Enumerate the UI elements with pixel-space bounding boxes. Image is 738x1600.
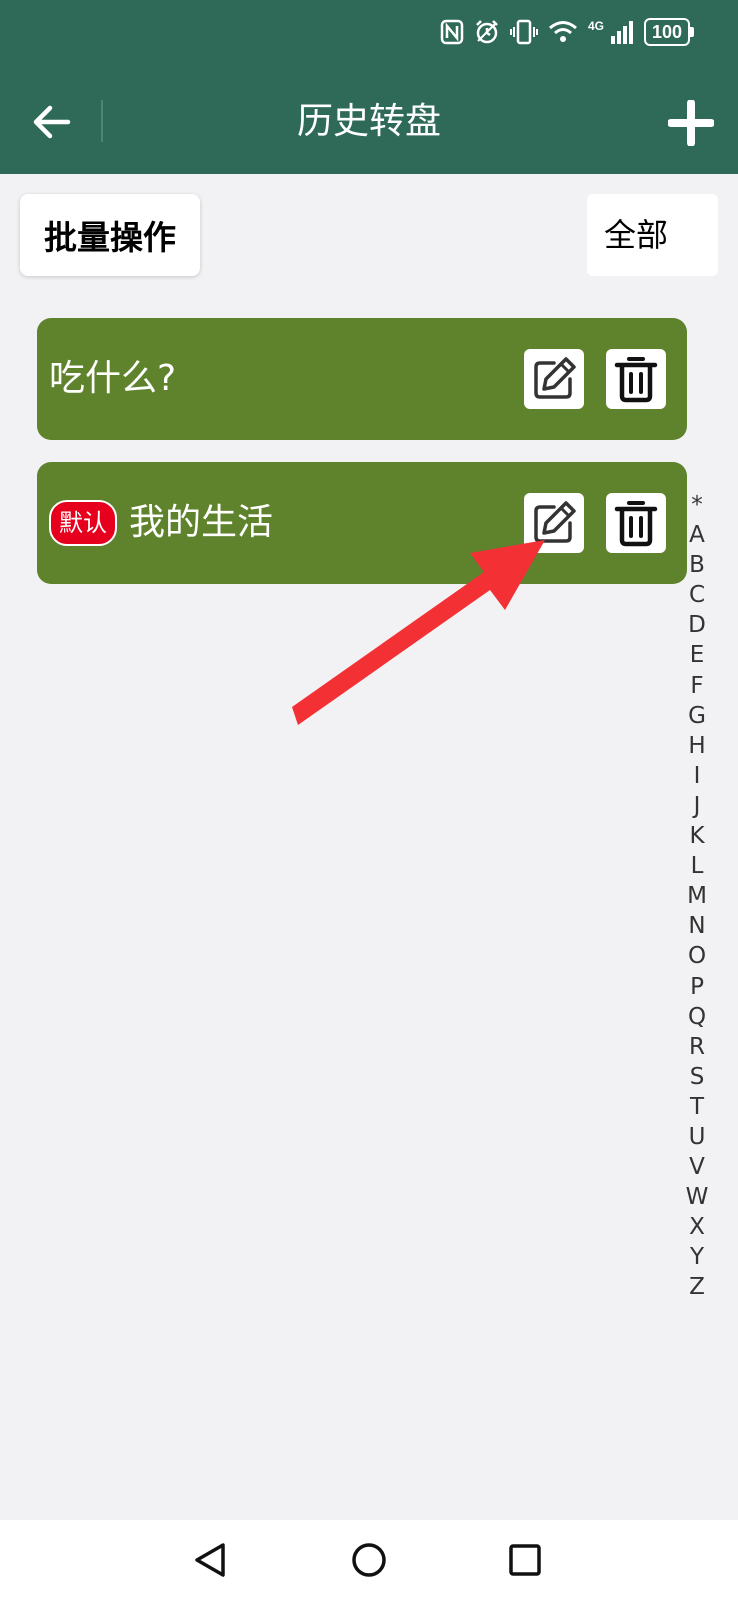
wheel-name: 我的生活 <box>129 502 274 543</box>
index-letter[interactable]: W <box>686 1182 709 1212</box>
index-letter[interactable]: N <box>688 911 705 941</box>
plus-icon <box>668 100 714 146</box>
index-letter[interactable]: D <box>688 610 706 640</box>
filter-dropdown[interactable]: 全部 <box>587 194 718 276</box>
index-letter[interactable]: U <box>689 1122 706 1152</box>
index-letter[interactable]: L <box>691 851 704 881</box>
nav-back-button[interactable] <box>181 1530 241 1590</box>
page-title: 历史转盘 <box>296 101 441 142</box>
nav-home-button[interactable] <box>339 1530 399 1590</box>
network-label: 4G <box>587 19 604 33</box>
index-letter[interactable]: X <box>689 1212 705 1242</box>
index-letter[interactable]: Y <box>690 1242 704 1272</box>
index-letter[interactable]: Q <box>688 1002 706 1032</box>
app-header: 4G 100 历史转盘 <box>0 0 738 174</box>
index-letter[interactable]: B <box>689 550 705 580</box>
edit-button[interactable] <box>524 349 584 409</box>
index-letter[interactable]: F <box>690 671 703 701</box>
delete-button[interactable] <box>606 349 666 409</box>
alphabet-index[interactable]: * A B C D E F G H I J K L M N O P Q R S T U V W X Y Z <box>682 490 712 1303</box>
item-content: 默认 我的生活 <box>49 462 273 584</box>
index-letter[interactable]: K <box>689 821 704 851</box>
nfc-icon <box>440 19 464 45</box>
index-letter[interactable]: C <box>689 580 705 610</box>
index-letter[interactable]: V <box>689 1152 705 1182</box>
index-letter[interactable]: H <box>688 731 705 761</box>
edit-icon <box>534 501 576 543</box>
index-letter[interactable]: Z <box>689 1272 705 1302</box>
list-item[interactable]: 吃什么? <box>37 318 687 440</box>
signal-icon <box>610 20 634 44</box>
nav-recent-button[interactable] <box>495 1530 555 1590</box>
edit-button[interactable] <box>524 493 584 553</box>
add-button[interactable] <box>660 92 722 154</box>
battery-icon: 100 <box>643 18 694 46</box>
wheel-name: 吃什么? <box>49 358 177 399</box>
index-letter[interactable]: A <box>689 520 705 550</box>
index-letter[interactable]: J <box>694 791 701 821</box>
wheel-list: 吃什么? 默认 我的生活 <box>37 318 687 606</box>
list-item[interactable]: 默认 我的生活 <box>37 462 687 584</box>
vibrate-icon <box>509 19 538 45</box>
index-letter[interactable]: O <box>688 941 706 971</box>
nav-back-icon <box>195 1543 225 1577</box>
item-content: 吃什么? <box>49 318 176 440</box>
trash-icon <box>614 501 658 547</box>
index-letter[interactable]: T <box>690 1092 704 1122</box>
alarm-icon <box>474 19 500 45</box>
system-nav-bar <box>0 1520 738 1600</box>
index-letter[interactable]: * <box>691 490 703 520</box>
index-letter[interactable]: R <box>689 1032 705 1062</box>
index-letter[interactable]: M <box>687 881 707 911</box>
default-badge: 默认 <box>49 500 117 546</box>
index-letter[interactable]: S <box>690 1062 705 1092</box>
trash-icon <box>614 357 658 403</box>
nav-recent-icon <box>509 1544 541 1576</box>
nav-home-icon <box>352 1543 386 1577</box>
index-letter[interactable]: E <box>690 640 705 670</box>
batch-operation-button[interactable]: 批量操作 <box>20 194 200 276</box>
battery-level: 100 <box>643 18 690 46</box>
index-letter[interactable]: P <box>690 972 704 1002</box>
delete-button[interactable] <box>606 493 666 553</box>
status-bar: 4G 100 <box>440 18 694 46</box>
edit-icon <box>534 357 576 399</box>
index-letter[interactable]: G <box>688 701 706 731</box>
index-letter[interactable]: I <box>694 761 701 791</box>
wifi-icon <box>548 20 578 44</box>
